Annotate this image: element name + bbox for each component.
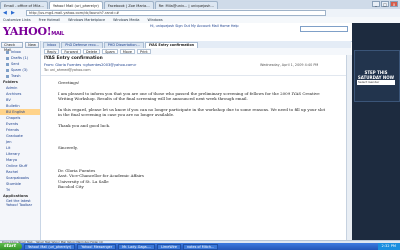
maximize-button[interactable]: □: [381, 1, 389, 7]
message-date: Wednesday, April 1, 2009 4:40 PM: [260, 63, 319, 67]
close-button[interactable]: x: [390, 1, 398, 7]
bookmark[interactable]: Windows Marketplace: [68, 18, 105, 22]
account-links[interactable]: Hi, uniquejosh Sign Out My Account Mail …: [150, 24, 239, 28]
ad-text[interactable]: STEP THIS SATURDAY NOW: [356, 70, 396, 80]
toolbar-promo-link[interactable]: Get the latest Yahoo! Toolbar: [0, 199, 40, 207]
print-button[interactable]: Print: [136, 49, 151, 54]
new-button[interactable]: New: [25, 42, 39, 48]
left-nav: Check Mail New Inbox Drafts (1) Sent Spa…: [0, 41, 41, 240]
yahoo-mail-logo[interactable]: YAHOO!MAIL: [3, 25, 64, 38]
browser-tab[interactable]: Re: Mila@univ... | uniquejosh...: [154, 1, 218, 9]
minimize-button[interactable]: _: [372, 1, 380, 7]
spam-button[interactable]: Spam: [102, 49, 118, 54]
message-from[interactable]: From: Gloria Fuentes <gfuentes2003@yahoo…: [44, 63, 137, 67]
check-mail-button[interactable]: Check Mail: [1, 42, 24, 52]
forward-icon[interactable]: ▶: [11, 10, 15, 16]
message-subject: IYAS Entry confirmation: [44, 56, 103, 61]
spam-icon: [6, 68, 9, 72]
browser-tab-active[interactable]: Yahoo! Mail (uri_pherelyr): [48, 1, 103, 9]
taskbar: start Yahoo! Mail (uri_pherelyr) Yahoo! …: [0, 243, 400, 250]
closing: Sincerely,: [58, 144, 78, 150]
back-icon[interactable]: ◀: [3, 10, 7, 16]
system-clock: 2:32 PM: [377, 243, 400, 250]
message-body: Greetings! I am pleased to inform you th…: [58, 80, 328, 190]
thanks-line: Thank you and good luck.: [58, 123, 111, 129]
address-bar[interactable]: http://us.mg4.mail.yahoo.com/dc/launch?.…: [26, 10, 326, 16]
taskbar-item[interactable]: Yahoo! Messenger: [77, 243, 117, 250]
window-controls: _ □ x: [371, 1, 398, 7]
body-paragraph: In this regard, please let us know if yo…: [58, 107, 326, 118]
browser-tabstrip: Email - office of Mila... Yahoo! Mail (u…: [0, 0, 400, 9]
search-input[interactable]: [300, 26, 348, 32]
ad-gender-select[interactable]: Select Gender: [357, 80, 395, 85]
sent-icon: [6, 62, 9, 66]
move-button[interactable]: Move: [119, 49, 135, 54]
bookmark[interactable]: Customize Links: [3, 18, 31, 22]
taskbar-item[interactable]: notes of Mitch...: [182, 243, 219, 250]
taskbar-item[interactable]: Mr. Lady-Gaga-...: [118, 243, 156, 250]
taskbar-item[interactable]: LimeWire: [157, 243, 181, 250]
browser-tab[interactable]: Email - office of Mila...: [0, 1, 48, 9]
taskbar-item[interactable]: Yahoo! Mail (uri_pherelyr): [23, 243, 76, 250]
browser-tab[interactable]: Facebook | Zoe Maria...: [103, 1, 154, 9]
inbox-icon: [6, 50, 9, 54]
forward-button[interactable]: Forward: [61, 49, 82, 54]
trash-icon: [6, 74, 9, 78]
bookmark[interactable]: Free Hotmail: [39, 18, 61, 22]
bookmark[interactable]: Windows Media: [113, 18, 139, 22]
start-button[interactable]: start: [0, 243, 22, 250]
greeting: Greetings!: [58, 80, 80, 85]
bookmark[interactable]: Windows: [148, 18, 163, 22]
delete-button[interactable]: Delete: [83, 49, 101, 54]
reply-button[interactable]: Reply: [44, 49, 60, 54]
body-paragraph: I am pleased to inform you that you are …: [58, 90, 320, 102]
drafts-icon: [6, 56, 9, 60]
signature-city: Bacolod City: [58, 184, 84, 190]
message-to: To: uni_ahmed@yahoo.com: [44, 68, 91, 72]
